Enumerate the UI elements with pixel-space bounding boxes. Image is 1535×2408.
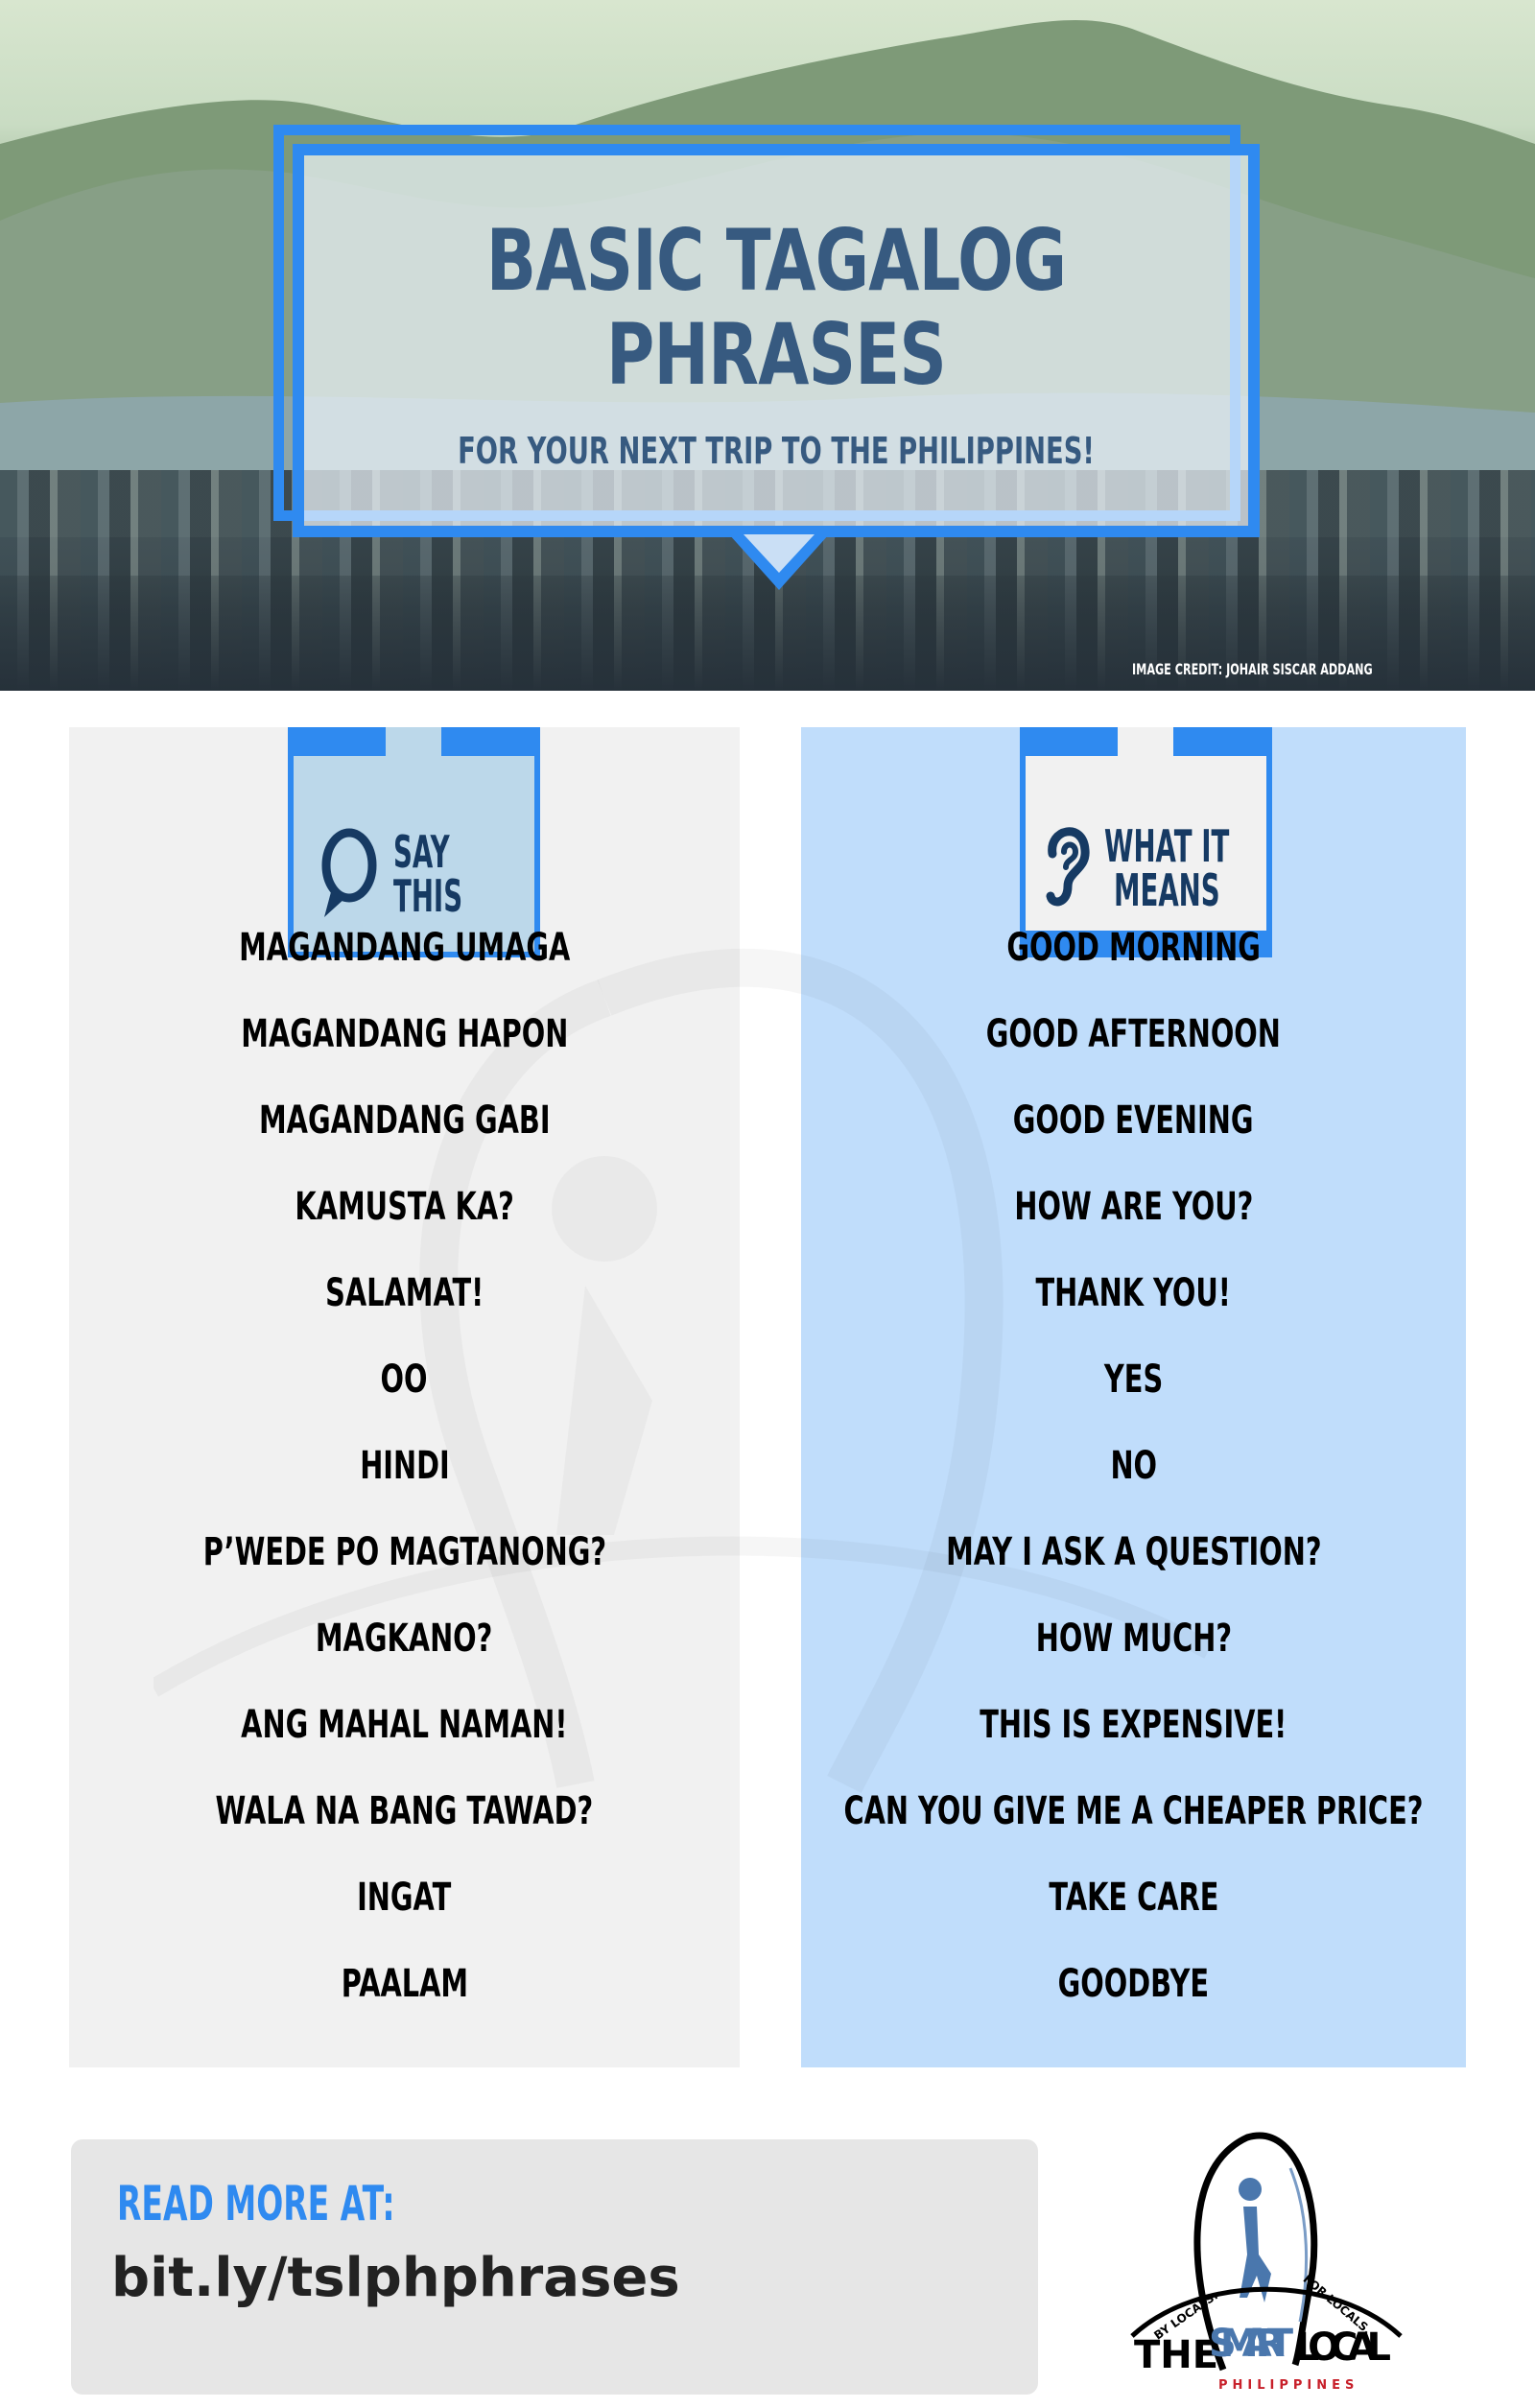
logo-local: LOCAL	[1295, 2325, 1391, 2370]
list-item: MAGANDANG UMAGA	[238, 926, 571, 970]
list-item: P’WEDE PO MAGTANONG?	[202, 1530, 606, 1574]
walking-person-icon	[1239, 2178, 1262, 2201]
what-it-means-panel: WHAT IT MEANS GOOD MORNING GOOD AFTERNOO…	[801, 727, 1466, 2067]
list-item: PAALAM	[341, 1962, 468, 2006]
logo-philippines: PHILIPPINES	[1218, 2378, 1358, 2393]
list-item: ANG MAHAL NAMAN!	[241, 1703, 568, 1747]
logo-smart: SMART	[1209, 2322, 1294, 2366]
list-item: GOODBYE	[1057, 1962, 1210, 2006]
thesmartlocal-logo: BY LOCALS. FOR LOCALS. THE SMART LOCAL P…	[1130, 2132, 1403, 2393]
phrase-list: MAGANDANG UMAGA MAGANDANG HAPON MAGANDAN…	[69, 905, 740, 2027]
list-item: MAGKANO?	[316, 1617, 493, 1661]
list-item: INGAT	[357, 1876, 452, 1920]
list-item: GOOD EVENING	[1013, 1098, 1254, 1143]
say-this-label-line1: SAY	[393, 826, 450, 878]
list-item: MAY I ASK A QUESTION?	[945, 1530, 1322, 1574]
list-item: OO	[381, 1357, 428, 1402]
list-item: GOOD AFTERNOON	[985, 1012, 1282, 1056]
page-title-line2: PHRASES	[605, 305, 947, 404]
list-item: HOW MUCH?	[1035, 1617, 1232, 1661]
say-this-panel: SAY THIS MAGANDANG UMAGA MAGANDANG HAPON…	[69, 727, 740, 2067]
list-item: HOW ARE YOU?	[1014, 1185, 1253, 1229]
list-item: YES	[1103, 1357, 1164, 1402]
image-credit: IMAGE CREDIT: JOHAIR SISCAR ADDANG	[1132, 660, 1373, 678]
page-title-line1: BASIC TAGALOG	[485, 211, 1067, 310]
list-item: HINDI	[359, 1444, 450, 1488]
read-more-box: READ MORE AT: bit.ly/tslphphrases	[71, 2139, 1038, 2395]
what-it-means-label-line1: WHAT IT	[1104, 820, 1230, 872]
list-item: NO	[1110, 1444, 1157, 1488]
list-item: THIS IS EXPENSIVE!	[980, 1703, 1287, 1747]
list-item: GOOD MORNING	[1006, 926, 1261, 970]
read-more-link[interactable]: bit.ly/tslphphrases	[111, 2247, 680, 2309]
list-item: THANK YOU!	[1035, 1271, 1232, 1315]
list-item: KAMUSTA KA?	[295, 1185, 514, 1229]
ear-icon	[1046, 827, 1090, 907]
page-subtitle: FOR YOUR NEXT TRIP TO THE PHILIPPINES!	[458, 430, 1095, 472]
list-item: MAGANDANG GABI	[258, 1098, 551, 1143]
translation-list: GOOD MORNING GOOD AFTERNOON GOOD EVENING…	[801, 905, 1466, 2027]
list-item: SALAMAT!	[324, 1271, 484, 1315]
list-item: TAKE CARE	[1048, 1876, 1218, 1920]
list-item: CAN YOU GIVE ME A CHEAPER PRICE?	[843, 1789, 1424, 1833]
list-item: MAGANDANG HAPON	[240, 1012, 569, 1056]
read-more-label: READ MORE AT:	[117, 2176, 395, 2231]
logo-the: THE	[1134, 2333, 1218, 2377]
list-item: WALA NA BANG TAWAD?	[215, 1789, 594, 1833]
